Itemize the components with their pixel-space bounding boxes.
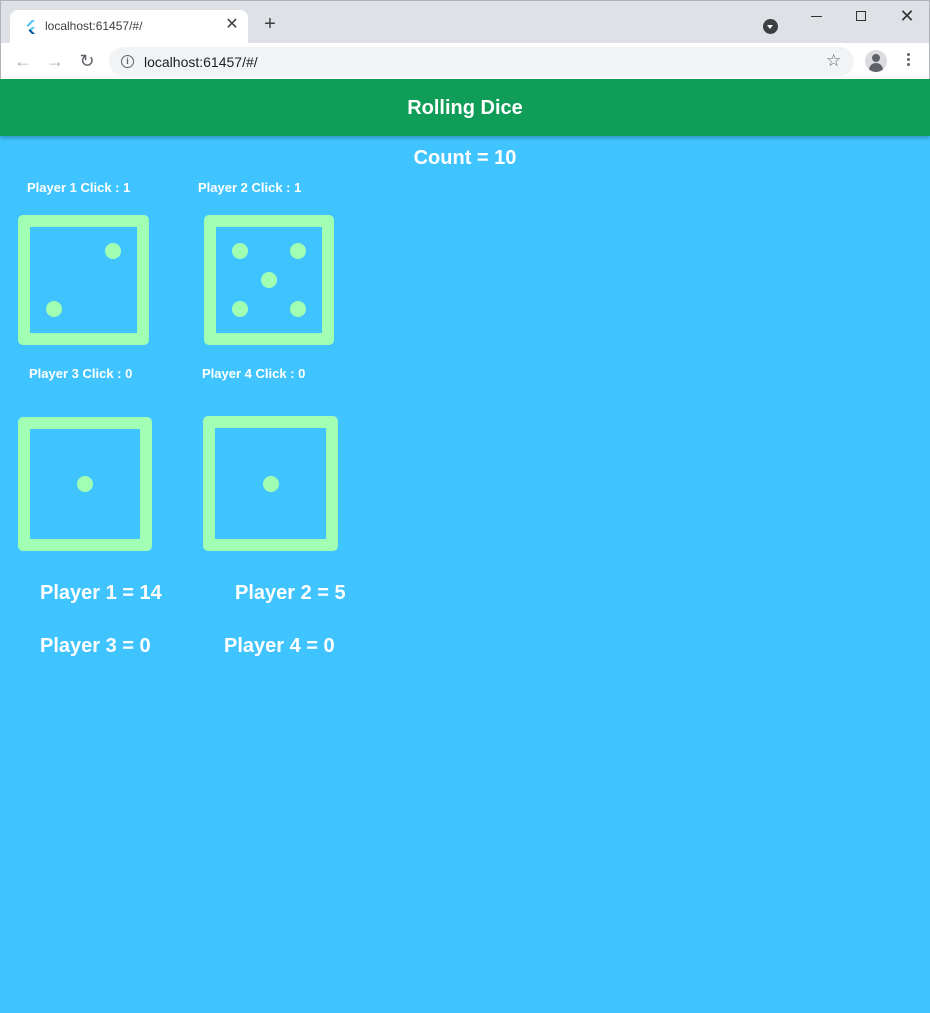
browser-tab[interactable]: localhost:61457/#/ ✕	[10, 10, 248, 45]
info-icon[interactable]: i	[121, 55, 134, 68]
die-pip	[46, 301, 63, 318]
player-4-click-label: Player 4 Click : 0	[202, 366, 306, 381]
count-text: Count = 10	[413, 147, 517, 169]
browser-menu-icon[interactable]	[901, 51, 915, 71]
player-4-die-button[interactable]	[203, 416, 338, 551]
player-3-click-label: Player 3 Click : 0	[29, 366, 133, 381]
bookmark-star-icon[interactable]: ☆	[826, 51, 841, 71]
browser-toolbar: ← → ↻ i localhost:61457/#/ ☆	[0, 43, 930, 79]
die-pip	[261, 272, 277, 288]
die-pip	[231, 242, 248, 259]
player-1-die-button[interactable]	[18, 215, 149, 345]
player-4-score: Player 4 = 0	[224, 635, 335, 657]
maximize-icon[interactable]	[846, 6, 876, 26]
app-bar: Rolling Dice	[0, 79, 930, 136]
die-pip	[262, 475, 279, 492]
forward-icon[interactable]: →	[44, 50, 66, 72]
player-1-click-label: Player 1 Click : 1	[27, 180, 131, 195]
back-icon[interactable]: ←	[12, 50, 34, 72]
die-pip	[290, 301, 307, 318]
player-2-click-label: Player 2 Click : 1	[198, 180, 302, 195]
address-bar[interactable]: i localhost:61457/#/ ☆	[109, 47, 854, 76]
player-2-die-button[interactable]	[204, 215, 334, 345]
browser-tabstrip: localhost:61457/#/ ✕ + ✕	[0, 0, 930, 45]
window-close-icon[interactable]: ✕	[892, 6, 922, 26]
app-title: Rolling Dice	[407, 97, 523, 119]
player-3-die-button[interactable]	[18, 417, 152, 551]
profile-avatar-icon[interactable]	[865, 50, 887, 72]
new-tab-icon[interactable]: +	[260, 14, 280, 34]
minimize-icon[interactable]	[801, 6, 831, 26]
player-3-score: Player 3 = 0	[40, 635, 151, 657]
reload-icon[interactable]: ↻	[76, 50, 98, 72]
tab-title: localhost:61457/#/	[45, 19, 143, 33]
die-pip	[231, 301, 248, 318]
player-2-score: Player 2 = 5	[235, 582, 346, 604]
tab-close-icon[interactable]: ✕	[224, 17, 240, 33]
die-pip	[290, 242, 307, 259]
die-pip	[104, 242, 121, 259]
url-text[interactable]: localhost:61457/#/	[144, 54, 258, 70]
flutter-logo-icon	[26, 20, 35, 34]
die-pip	[77, 476, 93, 492]
player-1-score: Player 1 = 14	[40, 582, 162, 604]
tab-search-icon[interactable]	[763, 19, 778, 34]
